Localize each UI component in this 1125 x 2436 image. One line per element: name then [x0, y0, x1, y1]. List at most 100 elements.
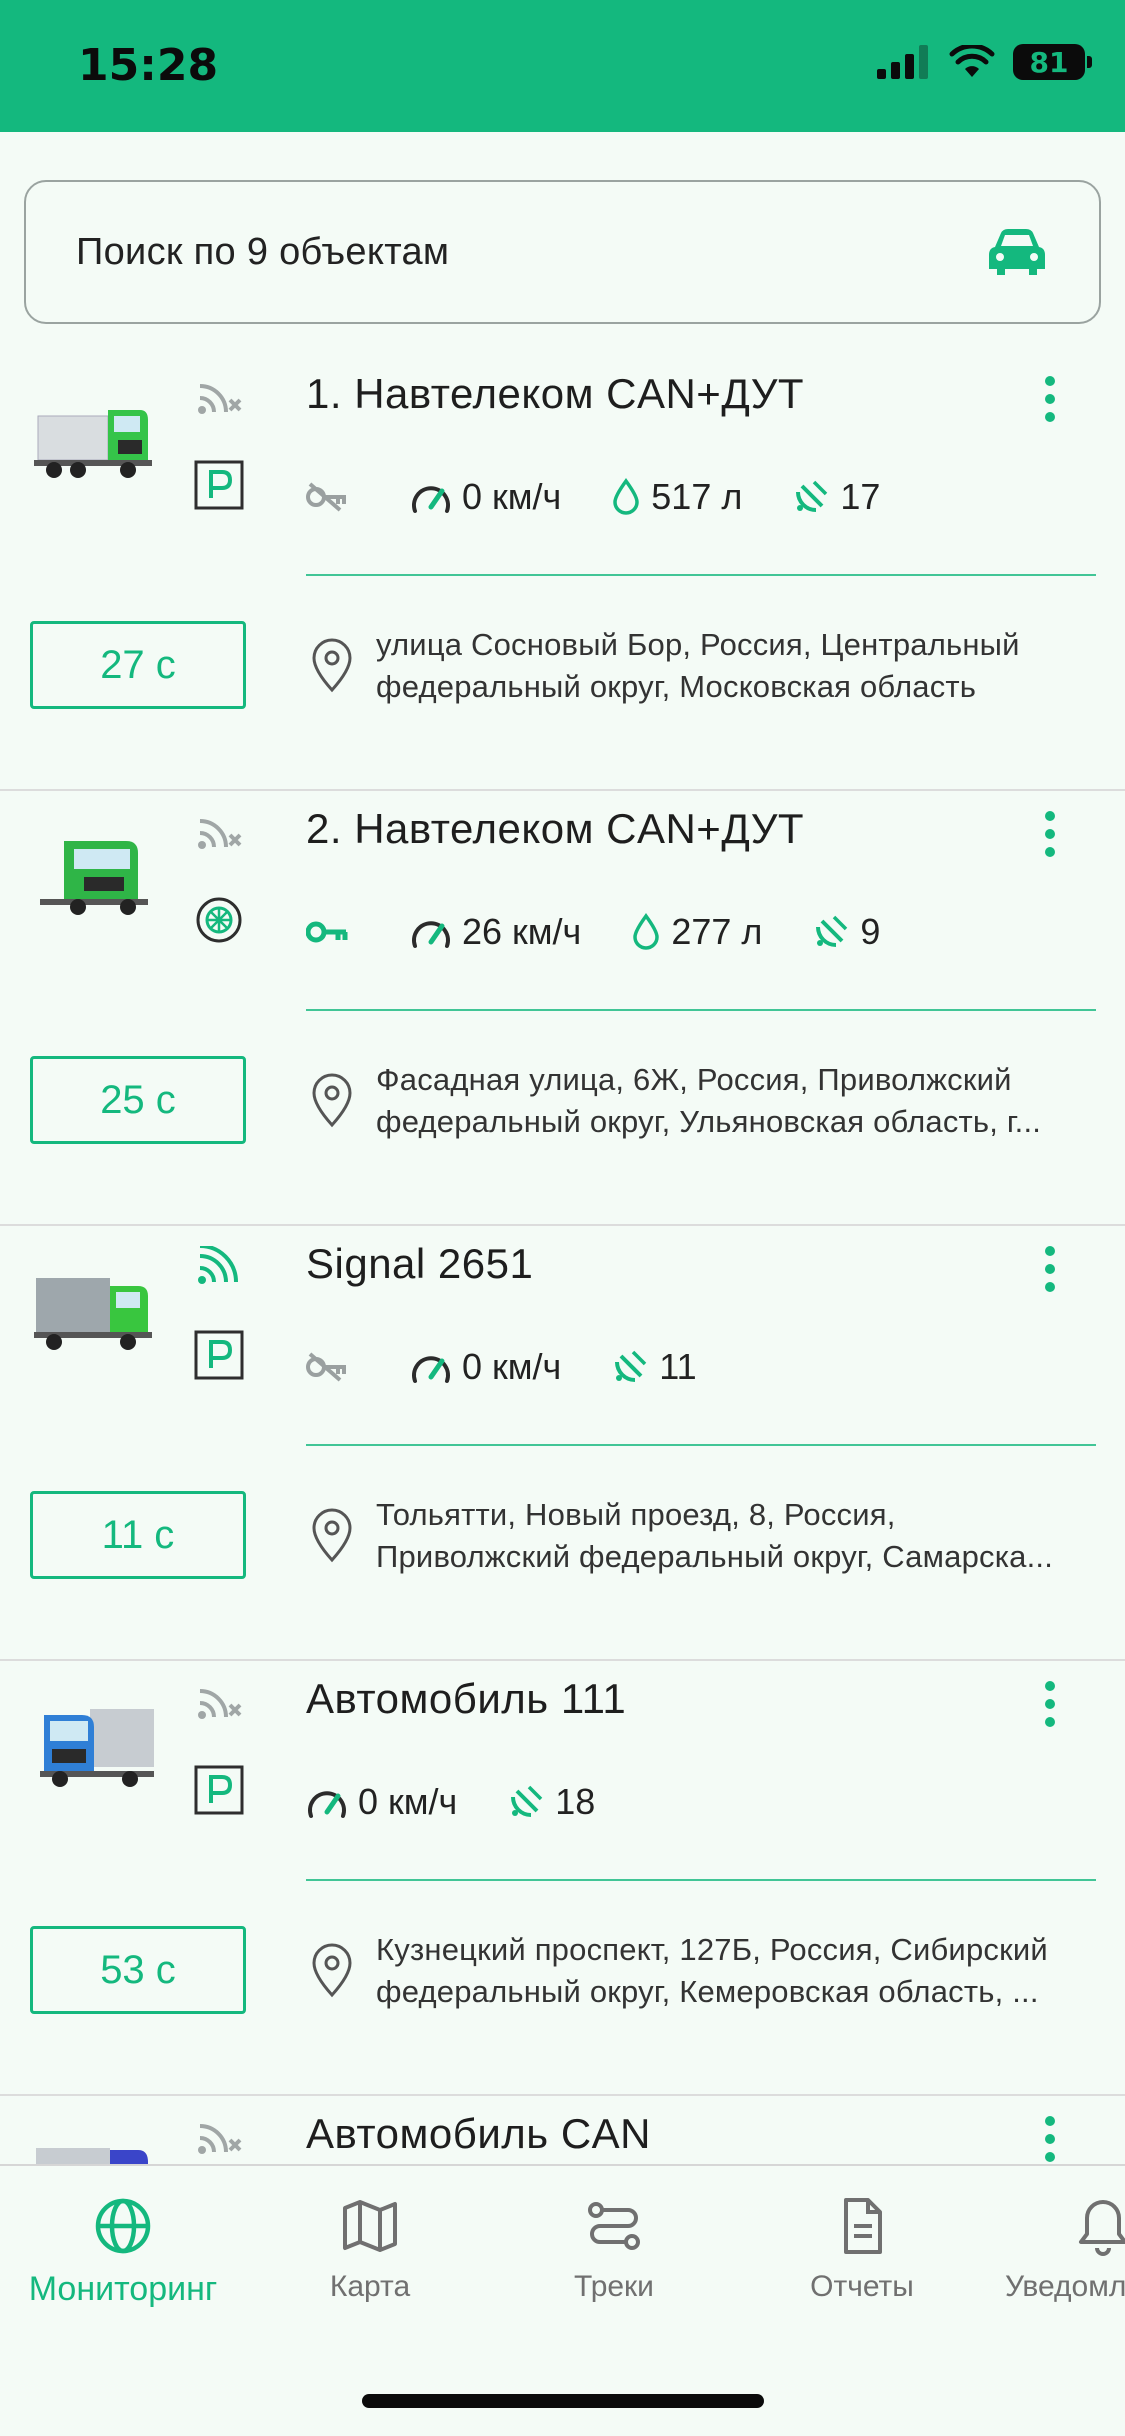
- address-text: Фасадная улица, 6Ж, Россия, Приволжский …: [376, 1059, 1076, 1143]
- address-line: федеральный округ, Ульяновская область, …: [376, 1104, 1042, 1139]
- object-stats: 26 км/ч 277 л 9: [306, 907, 930, 957]
- last-update-badge: 11 с: [30, 1491, 246, 1579]
- fuel-stat: 517 л: [611, 476, 742, 518]
- no-signal-icon: [198, 1689, 242, 1719]
- tab-label: Отчеты: [810, 2270, 914, 2303]
- search-placeholder: Поиск по 9 объектам: [76, 230, 450, 273]
- speedometer-icon: [412, 921, 450, 948]
- more-menu-icon[interactable]: [1040, 809, 1060, 859]
- tab-label: Треки: [574, 2270, 654, 2303]
- location-pin-icon: [312, 1073, 352, 1128]
- tab-label: Уведомл: [1005, 2270, 1125, 2303]
- object-title: Автомобиль 111: [306, 1675, 627, 1722]
- fuel-drop-icon: [633, 913, 660, 950]
- object-card[interactable]: Автомобиль CAN: [0, 2096, 1125, 2166]
- address-line: федеральный округ, Кемеровская область, …: [376, 1974, 1039, 2009]
- fuel-stat: 277 л: [631, 911, 762, 953]
- cellular-signal-icon: [877, 45, 928, 79]
- fuel-drop-icon: [613, 478, 640, 515]
- satellites-stat: 17: [792, 476, 880, 518]
- fuel-value: 517 л: [651, 476, 743, 517]
- search-field[interactable]: Поиск по 9 объектам: [24, 180, 1101, 324]
- more-menu-icon[interactable]: [1040, 1244, 1060, 1294]
- divider: [306, 1444, 1096, 1446]
- last-update-badge: 53 с: [30, 1926, 246, 2014]
- divider: [306, 1879, 1096, 1881]
- object-title: Signal 2651: [306, 1240, 534, 1287]
- object-title: Автомобиль CAN: [306, 2110, 652, 2157]
- truck-icon: [40, 841, 148, 915]
- more-menu-icon[interactable]: [1040, 2114, 1060, 2164]
- object-card[interactable]: Автомобиль 111 0 км/ч 18 53 с Кузнецкий …: [0, 1661, 1125, 2096]
- route-icon: [588, 2202, 640, 2250]
- car-icon[interactable]: [985, 225, 1049, 279]
- address-line: улица Сосновый Бор, Россия, Центральный: [376, 627, 1020, 662]
- speedometer-icon: [308, 1791, 346, 1818]
- truck-icon: [36, 2148, 148, 2166]
- tab-label: Карта: [329, 2270, 411, 2303]
- object-list[interactable]: 1. Навтелеком CAN+ДУТ 0 км/ч 517 л 17 27…: [0, 356, 1125, 2166]
- ignition-stat: [306, 917, 360, 947]
- home-indicator[interactable]: [362, 2394, 764, 2408]
- bell-icon: [1079, 2200, 1125, 2256]
- address-line: федеральный округ, Московская область: [376, 669, 977, 704]
- divider: [306, 1009, 1096, 1011]
- ignition-stat: [306, 482, 360, 512]
- object-card[interactable]: Signal 2651 0 км/ч 11 11 с Тольятти, Нов…: [0, 1226, 1125, 1661]
- more-menu-icon[interactable]: [1040, 374, 1060, 424]
- satellite-icon: [796, 480, 828, 512]
- truck-icon: [34, 1278, 152, 1350]
- truck-icon: [40, 1709, 154, 1787]
- satellites-value: 11: [659, 1346, 697, 1387]
- tab-notifications[interactable]: Уведомл: [975, 2196, 1125, 2304]
- signal-online-icon: [198, 1246, 238, 1284]
- speedometer-icon: [412, 486, 450, 513]
- tab-map[interactable]: Карта: [250, 2196, 490, 2304]
- divider: [306, 574, 1096, 576]
- object-card[interactable]: 1. Навтелеком CAN+ДУТ 0 км/ч 517 л 17 27…: [0, 356, 1125, 791]
- truck-icon: [34, 410, 152, 478]
- speed-stat: 0 км/ч: [410, 476, 561, 518]
- speed-value: 0 км/ч: [358, 1781, 458, 1822]
- tab-tracks[interactable]: Треки: [494, 2196, 734, 2304]
- location-pin-icon: [312, 1943, 352, 1998]
- tab-monitoring[interactable]: Мониторинг: [3, 2196, 243, 2309]
- address-text: улица Сосновый Бор, Россия, Центральный …: [376, 624, 1076, 708]
- globe-icon: [95, 2198, 151, 2254]
- speed-stat: 0 км/ч: [410, 1346, 561, 1388]
- speed-stat: 0 км/ч: [306, 1781, 457, 1823]
- status-icons: 81: [877, 44, 1092, 80]
- last-update-badge: 27 с: [30, 621, 246, 709]
- tab-reports[interactable]: Отчеты: [742, 2196, 982, 2304]
- no-signal-icon: [198, 384, 242, 414]
- object-card[interactable]: 2. Навтелеком CAN+ДУТ 26 км/ч 277 л 9 25…: [0, 791, 1125, 1226]
- status-bar: 15:28 81: [0, 0, 1125, 132]
- ignition-off-icon: [306, 482, 346, 512]
- satellite-icon: [511, 1785, 543, 1817]
- speedometer-icon: [412, 1356, 450, 1383]
- satellites-stat: 9: [812, 911, 880, 953]
- address-line: Фасадная улица, 6Ж, Россия, Приволжский: [376, 1062, 1012, 1097]
- map-icon: [343, 2200, 397, 2252]
- more-menu-icon[interactable]: [1040, 1679, 1060, 1729]
- no-signal-icon: [198, 819, 242, 849]
- status-time: 15:28: [78, 40, 219, 91]
- parking-icon: [194, 1765, 244, 1815]
- satellites-value: 9: [860, 911, 881, 952]
- ignition-off-icon: [306, 1352, 346, 1382]
- object-stats: 0 км/ч 18: [306, 1777, 645, 1827]
- speed-value: 0 км/ч: [462, 1346, 562, 1387]
- wheel-icon: [196, 897, 242, 943]
- satellites-value: 17: [840, 476, 881, 517]
- location-pin-icon: [312, 1508, 352, 1563]
- satellite-icon: [615, 1350, 647, 1382]
- fuel-value: 277 л: [671, 911, 763, 952]
- tab-label: Мониторинг: [28, 2270, 218, 2308]
- satellite-icon: [816, 915, 848, 947]
- address-line: Тольятти, Новый проезд, 8, Россия,: [376, 1497, 896, 1532]
- parking-icon: [194, 460, 244, 510]
- address-line: Приволжский федеральный округ, Самарска.…: [376, 1539, 1054, 1574]
- speed-stat: 26 км/ч: [410, 911, 581, 953]
- object-stats: 0 км/ч 11: [306, 1342, 747, 1392]
- address-line: Кузнецкий проспект, 127Б, Россия, Сибирс…: [376, 1932, 1048, 1967]
